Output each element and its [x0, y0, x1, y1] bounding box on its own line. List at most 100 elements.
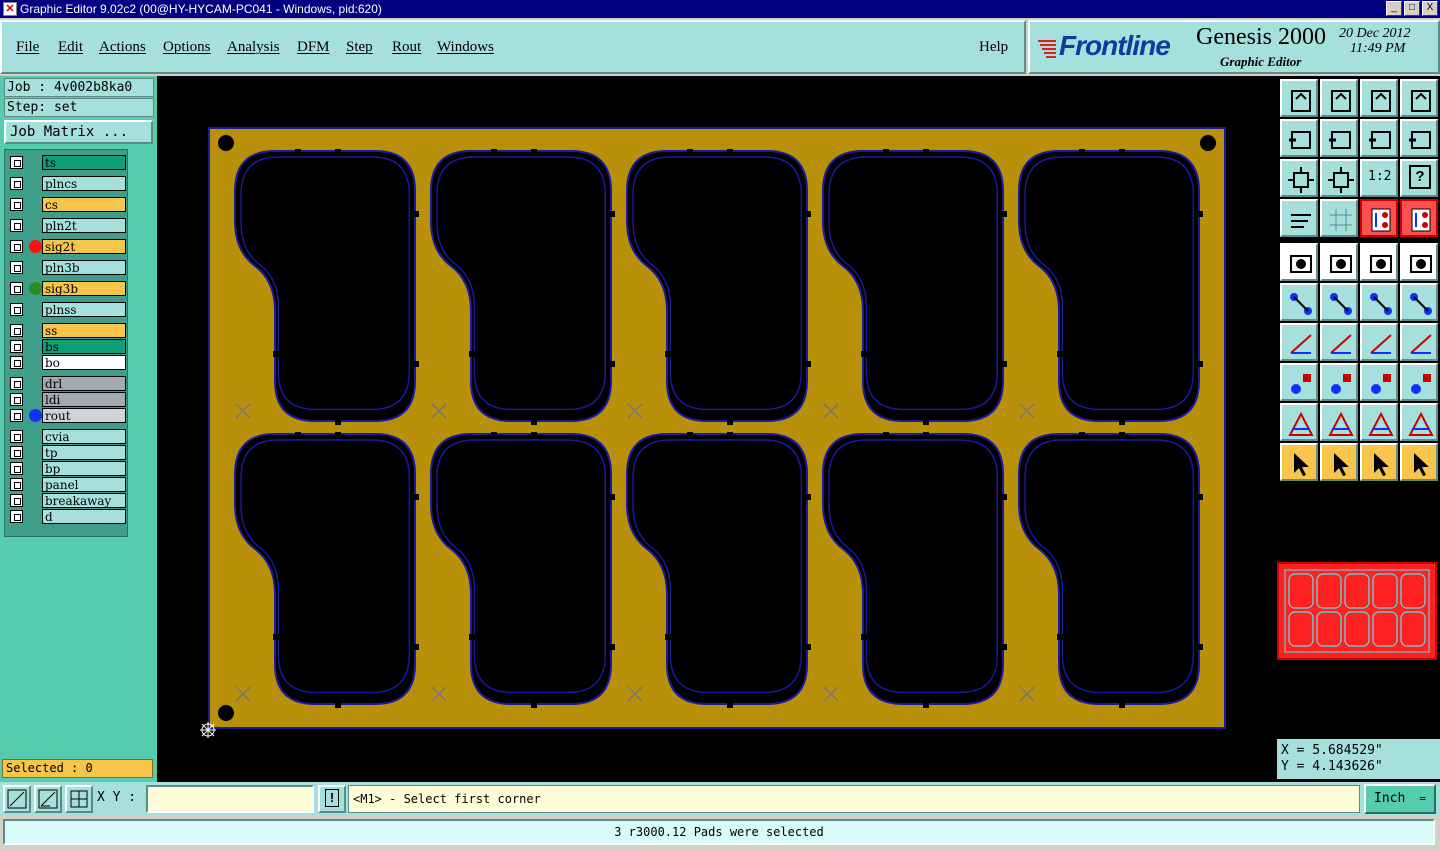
pan-left-button[interactable]	[1280, 119, 1318, 157]
measure-button[interactable]	[34, 785, 62, 813]
layer-row-d[interactable]: d	[7, 509, 127, 524]
menu-options[interactable]: Options	[163, 39, 211, 56]
mirror-button[interactable]	[1400, 323, 1438, 361]
layer-row-cvia[interactable]: cvia	[7, 429, 127, 444]
layer-name[interactable]: ss	[42, 323, 126, 338]
layer-checkbox[interactable]	[10, 219, 23, 232]
triangle-red-button[interactable]	[1360, 403, 1398, 441]
connect-pads-button[interactable]	[1280, 283, 1318, 321]
pad-select-button[interactable]	[1280, 363, 1318, 401]
layer-name[interactable]: rout	[42, 408, 126, 423]
layer-name[interactable]: cs	[42, 197, 126, 212]
layer-checkbox[interactable]	[10, 393, 23, 406]
menu-help[interactable]: Help	[979, 39, 1008, 56]
layer-row-pln2t[interactable]: pln2t	[7, 218, 127, 233]
select-shape-button[interactable]	[1320, 243, 1358, 281]
layer-row-rout[interactable]: rout	[7, 408, 127, 423]
layer-checkbox[interactable]	[10, 156, 23, 169]
line-cut-button[interactable]	[1320, 363, 1358, 401]
layer-name[interactable]: bo	[42, 355, 126, 370]
layer-compare-button[interactable]	[1360, 199, 1398, 237]
layer-checkbox[interactable]	[10, 510, 23, 523]
overview-map[interactable]	[1277, 562, 1437, 660]
layer-checkbox[interactable]	[10, 340, 23, 353]
home-button[interactable]	[1360, 79, 1398, 117]
menu-edit[interactable]: Edit	[58, 39, 83, 56]
layer-checkbox[interactable]	[10, 356, 23, 369]
resize-button[interactable]	[1360, 363, 1398, 401]
grid-snap-button[interactable]	[65, 785, 93, 813]
pointer-select-button[interactable]	[1360, 443, 1398, 481]
maximize-button[interactable]: □	[1404, 1, 1420, 16]
layer-checkbox[interactable]	[10, 478, 23, 491]
xy-input[interactable]	[146, 785, 314, 813]
zoom-ratio-button[interactable]: 1:2	[1360, 159, 1398, 197]
layer-checkbox[interactable]	[10, 303, 23, 316]
ruler-button[interactable]	[1360, 243, 1398, 281]
layer-row-breakaway[interactable]: breakaway	[7, 493, 127, 508]
menu-rout[interactable]: Rout	[392, 39, 421, 56]
layer-checkbox[interactable]	[10, 324, 23, 337]
layer-checkbox[interactable]	[10, 494, 23, 507]
layer-row-sig3b[interactable]: sig3b	[7, 281, 127, 296]
layer-name[interactable]: ts	[42, 155, 126, 170]
line-draw-button[interactable]	[1320, 323, 1358, 361]
help-button[interactable]: ?	[1400, 159, 1438, 197]
layer-row-bp[interactable]: bp	[7, 461, 127, 476]
zoom-center-button[interactable]	[1320, 159, 1358, 197]
layer-name[interactable]: ldi	[42, 392, 126, 407]
zoom-home-button[interactable]	[1280, 79, 1318, 117]
triangle-split-button[interactable]	[1400, 403, 1438, 441]
triangle-button[interactable]	[1280, 403, 1318, 441]
grid-button[interactable]	[1320, 199, 1358, 237]
layer-name[interactable]: drl	[42, 376, 126, 391]
layer-name[interactable]: sig2t	[42, 239, 126, 254]
layer-name[interactable]: panel	[42, 477, 126, 492]
overview-thumbnail[interactable]	[1279, 564, 1435, 658]
redraw-button[interactable]	[1400, 119, 1438, 157]
pcb-panel-view[interactable]	[157, 76, 1277, 782]
layer-name[interactable]: plnss	[42, 302, 126, 317]
copy-pads-button[interactable]	[1400, 363, 1438, 401]
layer-name[interactable]: plncs	[42, 176, 126, 191]
layer-row-panel[interactable]: panel	[7, 477, 127, 492]
pointer-route-button[interactable]	[1400, 443, 1438, 481]
layer-row-pln3b[interactable]: pln3b	[7, 260, 127, 275]
menu-file[interactable]: File	[16, 39, 39, 56]
graphic-canvas[interactable]	[157, 76, 1277, 782]
undo-zoom-button[interactable]	[1360, 119, 1398, 157]
pointer-box-button[interactable]	[1320, 443, 1358, 481]
layer-row-bs[interactable]: bs	[7, 339, 127, 354]
layer-checkbox[interactable]	[10, 198, 23, 211]
layer-row-plncs[interactable]: plncs	[7, 176, 127, 191]
layer-checkbox[interactable]	[10, 261, 23, 274]
layer-name[interactable]: cvia	[42, 429, 126, 444]
layer-row-drl[interactable]: drl	[7, 376, 127, 391]
layer-name[interactable]: bs	[42, 339, 126, 354]
layer-name[interactable]: breakaway	[42, 493, 126, 508]
layer-name[interactable]: d	[42, 509, 126, 524]
zoom-extents-button[interactable]	[1280, 159, 1318, 197]
menu-dfm[interactable]: DFM	[297, 39, 330, 56]
layer-display-button[interactable]	[1400, 199, 1438, 237]
layer-checkbox[interactable]	[10, 430, 23, 443]
close-button[interactable]: X	[1422, 1, 1438, 16]
job-matrix-button[interactable]: Job Matrix ...	[4, 120, 153, 144]
layer-checkbox[interactable]	[10, 377, 23, 390]
layer-checkbox[interactable]	[10, 240, 23, 253]
layer-row-ts[interactable]: ts	[7, 155, 127, 170]
menu-step[interactable]: Step	[346, 39, 373, 56]
camera-button[interactable]	[1280, 243, 1318, 281]
zoom-in-button[interactable]	[1320, 79, 1358, 117]
layer-name[interactable]: bp	[42, 461, 126, 476]
layer-name[interactable]: pln3b	[42, 260, 126, 275]
arc-draw-button[interactable]	[1360, 323, 1398, 361]
layer-row-ldi[interactable]: ldi	[7, 392, 127, 407]
layer-checkbox[interactable]	[10, 462, 23, 475]
arc-pad-button[interactable]	[1400, 283, 1438, 321]
pad-button[interactable]	[1400, 243, 1438, 281]
layer-row-ss[interactable]: ss	[7, 323, 127, 338]
zoom-window-button[interactable]	[3, 785, 31, 813]
zoom-fit-button[interactable]	[1400, 79, 1438, 117]
units-dropdown[interactable]: Inch =	[1364, 784, 1436, 814]
